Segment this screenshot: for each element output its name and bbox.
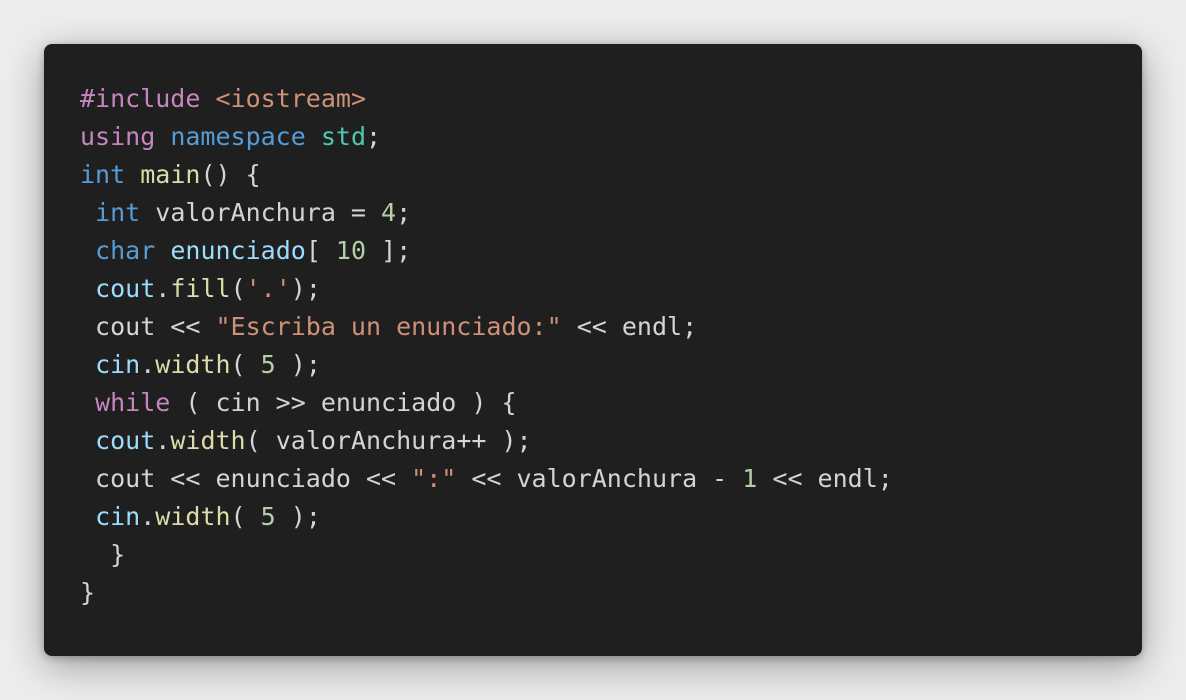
code-line: char enunciado[ 10 ]; — [80, 232, 893, 270]
code-token: cin — [95, 350, 141, 379]
code-token: ":" — [411, 464, 457, 493]
code-line: } — [80, 574, 893, 612]
code-token: . — [140, 350, 156, 379]
code-token: << valorAnchura - — [456, 464, 743, 493]
code-line: int valorAnchura = 4; — [80, 194, 893, 232]
code-token: width — [155, 350, 231, 379]
code-token: 1 — [742, 464, 758, 493]
code-line: cout << enunciado << ":" << valorAnchura… — [80, 460, 893, 498]
code-token: char — [95, 236, 156, 265]
code-token: ); — [275, 502, 321, 531]
code-token: main — [140, 160, 201, 189]
code-token: cout — [95, 274, 156, 303]
code-token: cout — [95, 426, 156, 455]
code-token: [ — [305, 236, 336, 265]
code-token: } — [80, 578, 96, 607]
code-token: ; — [396, 198, 412, 227]
code-token: cout << enunciado << — [80, 464, 412, 493]
code-token: namespace — [170, 122, 306, 151]
code-line: cout.fill('.'); — [80, 270, 893, 308]
code-token: ( cin >> enunciado ) { — [170, 388, 517, 417]
code-token: 4 — [381, 198, 397, 227]
code-token: . — [140, 502, 156, 531]
code-token: << endl; — [561, 312, 698, 341]
code-token: #include — [80, 84, 201, 113]
code-token: ( — [230, 502, 261, 531]
code-token: width — [170, 426, 246, 455]
code-token: ; — [366, 122, 382, 151]
code-line: #include <iostream> — [80, 80, 893, 118]
code-token: "Escriba un enunciado:" — [215, 312, 562, 341]
code-line: int main() { — [80, 156, 893, 194]
code-token: << endl; — [757, 464, 893, 493]
code-token: using — [80, 122, 156, 151]
code-token: enunciado — [170, 236, 306, 265]
code-token: while — [95, 388, 171, 417]
code-token: valorAnchura = — [140, 198, 382, 227]
code-token: . — [155, 426, 171, 455]
code-token: ); — [275, 350, 321, 379]
code-token: ); — [290, 274, 321, 303]
code-token: ( valorAnchura++ ); — [245, 426, 532, 455]
code-block: #include <iostream> using namespace std; i… — [80, 80, 893, 612]
code-token: '.' — [245, 274, 291, 303]
code-token: ( — [230, 274, 246, 303]
code-token: cin — [95, 502, 141, 531]
code-token: <iostream> — [215, 84, 366, 113]
code-line: cout << "Escriba un enunciado:" << endl; — [80, 308, 893, 346]
code-line: cout.width( valorAnchura++ ); — [80, 422, 893, 460]
code-token: 10 — [335, 236, 367, 265]
code-token: 5 — [260, 350, 276, 379]
code-token: int — [95, 198, 141, 227]
code-token: std — [320, 122, 367, 151]
code-line: cin.width( 5 ); — [80, 346, 893, 384]
code-token: width — [155, 502, 231, 531]
code-token: } — [80, 540, 126, 569]
code-token: () { — [200, 160, 261, 189]
code-line: using namespace std; — [80, 118, 893, 156]
code-window: #include <iostream> using namespace std; i… — [44, 44, 1142, 656]
code-token: int — [80, 160, 126, 189]
code-token: fill — [170, 274, 231, 303]
code-line: cin.width( 5 ); — [80, 498, 893, 536]
code-token: . — [155, 274, 171, 303]
code-token: cout << — [80, 312, 216, 341]
code-token: 5 — [260, 502, 276, 531]
code-token: ( — [230, 350, 261, 379]
code-line: while ( cin >> enunciado ) { — [80, 384, 893, 422]
code-line: } — [80, 536, 893, 574]
code-token: ]; — [366, 236, 412, 265]
